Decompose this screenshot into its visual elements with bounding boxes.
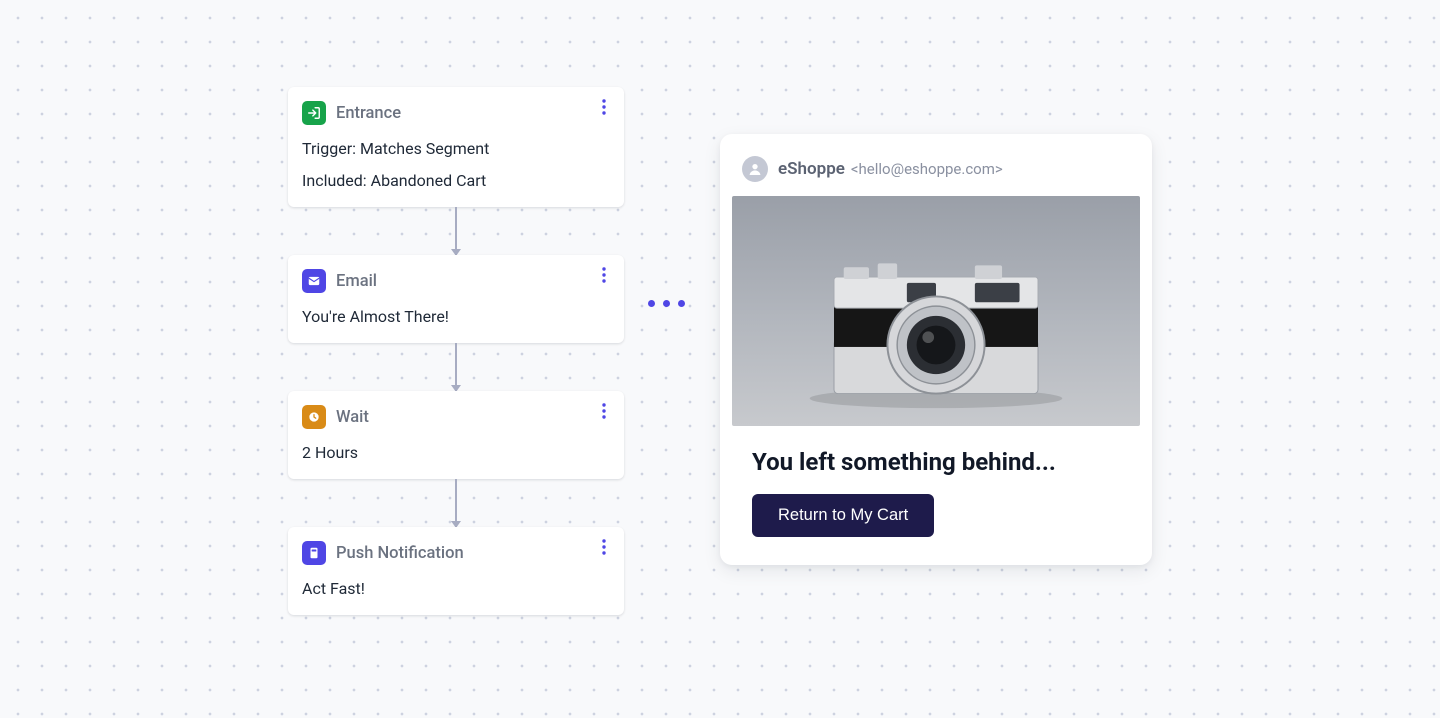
node-detail: Trigger: Matches Segment xyxy=(302,139,610,159)
node-detail: 2 Hours xyxy=(302,443,610,463)
email-preview-card: eShoppe <hello@eshoppe.com> xyxy=(720,134,1152,565)
entrance-icon xyxy=(302,101,326,125)
email-hero-image xyxy=(732,196,1140,426)
email-icon xyxy=(302,269,326,293)
node-title: Email xyxy=(336,272,377,291)
node-menu-button[interactable] xyxy=(594,263,614,287)
flow-connector xyxy=(288,343,624,391)
flow-node-wait[interactable]: Wait 2 Hours xyxy=(288,391,624,479)
flow-node-email[interactable]: Email You're Almost There! xyxy=(288,255,624,343)
sender-name: eShoppe xyxy=(778,159,845,179)
push-icon xyxy=(302,541,326,565)
flow-node-entrance[interactable]: Entrance Trigger: Matches Segment Includ… xyxy=(288,87,624,207)
email-headline: You left something behind... xyxy=(752,448,1120,476)
relation-indicator xyxy=(648,300,685,307)
flow-connector xyxy=(288,479,624,527)
node-detail: You're Almost There! xyxy=(302,307,610,327)
node-title: Push Notification xyxy=(336,544,464,563)
node-title: Wait xyxy=(336,408,369,427)
flow-connector xyxy=(288,207,624,255)
node-title: Entrance xyxy=(336,104,401,123)
journey-canvas[interactable]: Entrance Trigger: Matches Segment Includ… xyxy=(0,0,1440,718)
node-menu-button[interactable] xyxy=(594,95,614,119)
return-to-cart-button[interactable]: Return to My Cart xyxy=(752,494,934,537)
node-menu-button[interactable] xyxy=(594,399,614,423)
flow-node-push[interactable]: Push Notification Act Fast! xyxy=(288,527,624,615)
clock-icon xyxy=(302,405,326,429)
node-menu-button[interactable] xyxy=(594,535,614,559)
flow-column: Entrance Trigger: Matches Segment Includ… xyxy=(288,87,624,615)
email-sender-row: eShoppe <hello@eshoppe.com> xyxy=(720,134,1152,196)
node-detail: Included: Abandoned Cart xyxy=(302,171,610,191)
avatar-icon xyxy=(742,156,768,182)
sender-email: <hello@eshoppe.com> xyxy=(851,160,1003,178)
node-detail: Act Fast! xyxy=(302,579,610,599)
